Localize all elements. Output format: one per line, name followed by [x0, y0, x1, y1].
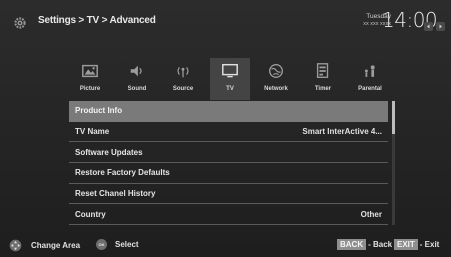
tab-label: Network: [264, 86, 288, 92]
tab-label: Picture: [79, 86, 101, 92]
arrow-right-icon[interactable]: [436, 22, 445, 31]
tab-sound[interactable]: Sound: [117, 58, 157, 98]
menu-item-value: Smart InterActive 4...: [302, 127, 382, 137]
tab-tv[interactable]: TV: [210, 58, 250, 100]
scroll-thumb[interactable]: [392, 101, 395, 135]
menu-item-country[interactable]: Country Other: [69, 204, 388, 226]
tab-label: Parental: [358, 86, 382, 92]
menu-item-label: Country: [75, 209, 106, 219]
tab-timer[interactable]: Timer: [303, 58, 343, 98]
timer-icon: [316, 63, 329, 78]
menu-item-reset-chanel-history[interactable]: Reset Chanel History: [69, 184, 388, 205]
header: Settings > TV > Advanced Tuesday xx xxx …: [0, 0, 451, 50]
tab-label: TV: [226, 86, 234, 92]
tab-label: Sound: [127, 86, 147, 92]
picture-icon: [82, 64, 98, 78]
menu-scrollbar[interactable]: [392, 101, 395, 225]
settings-menu: Product Info TV Name Smart InterActive 4…: [69, 101, 388, 226]
ok-button-icon: OK: [96, 239, 107, 250]
nav-arrows: [424, 22, 445, 31]
category-tabs: Picture Sound Source TV Network Timer Pa…: [70, 58, 390, 100]
gear-icon: [14, 17, 26, 29]
menu-item-label: Reset Chanel History: [75, 189, 156, 199]
back-key-badge: BACK: [337, 239, 367, 250]
tab-network[interactable]: Network: [256, 58, 296, 98]
select-label: Select: [115, 240, 139, 249]
tab-label: Timer: [314, 86, 332, 92]
hint-change-area: Change Area: [9, 239, 80, 252]
dpad-icon: [9, 239, 22, 252]
menu-item-value: Other: [360, 209, 382, 219]
tab-source[interactable]: Source: [163, 58, 203, 98]
menu-item-tv-name[interactable]: TV Name Smart InterActive 4...: [69, 122, 388, 143]
menu-item-label: TV Name: [75, 127, 110, 137]
tv-icon: [222, 63, 238, 78]
tab-label: Source: [172, 86, 194, 92]
hint-select: OK Select: [96, 239, 139, 250]
parental-icon: [364, 65, 375, 77]
source-icon: [177, 67, 189, 78]
tv-settings-screen: Settings > TV > Advanced Tuesday xx xxx …: [0, 0, 451, 257]
arrow-left-icon[interactable]: [424, 22, 433, 31]
menu-item-label: Product Info: [75, 106, 123, 116]
menu-item-software-updates[interactable]: Software Updates: [69, 142, 388, 164]
menu-item-product-info[interactable]: Product Info: [69, 101, 388, 122]
hint-back: BACK - Back: [337, 239, 392, 250]
sound-icon: [130, 65, 142, 77]
exit-key-badge: EXIT: [394, 239, 418, 250]
hint-exit: EXIT - Exit: [394, 239, 439, 250]
menu-item-restore-factory-defaults[interactable]: Restore Factory Defaults: [69, 163, 388, 184]
tab-parental[interactable]: Parental: [350, 58, 390, 98]
footer-hints: Change Area OK Select BACK - Back EXIT -…: [0, 233, 451, 257]
tab-picture[interactable]: Picture: [70, 58, 110, 98]
back-label: - Back: [368, 240, 393, 249]
network-icon: [269, 64, 283, 78]
menu-item-label: Restore Factory Defaults: [75, 168, 170, 178]
breadcrumb: Settings > TV > Advanced: [38, 15, 156, 26]
menu-item-label: Software Updates: [75, 147, 143, 157]
change-area-label: Change Area: [31, 241, 81, 250]
exit-label: - Exit: [419, 240, 440, 249]
